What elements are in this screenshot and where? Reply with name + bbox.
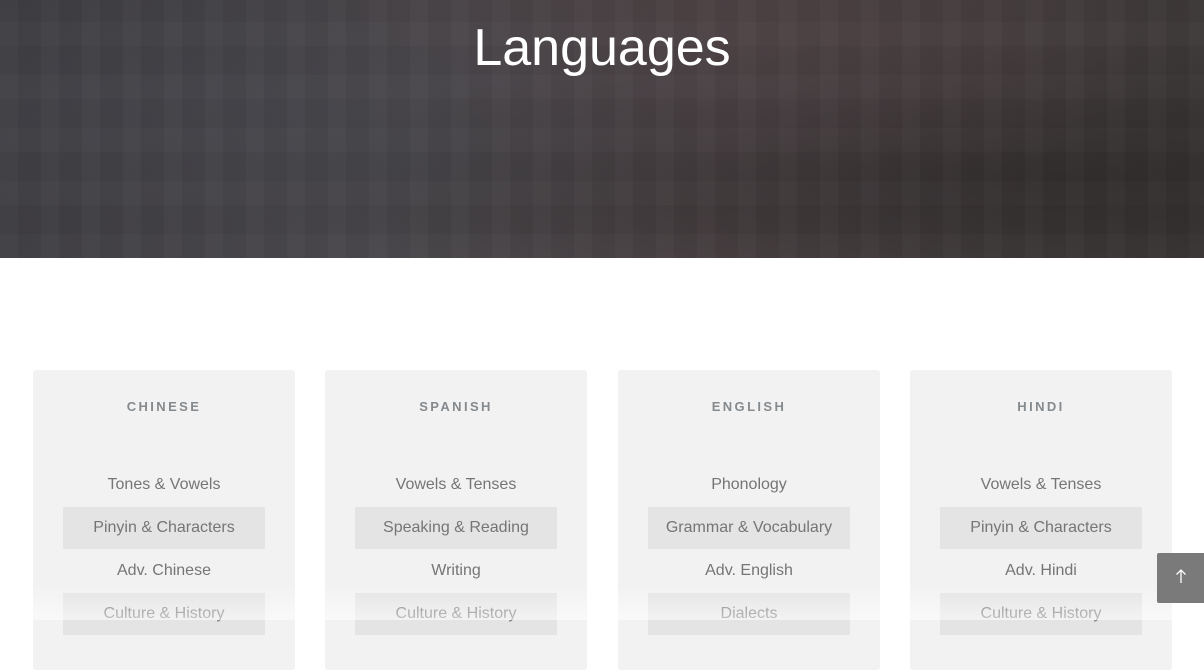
card-title: ENGLISH: [711, 399, 787, 414]
topic-link[interactable]: Culture & History: [355, 593, 557, 635]
topic-link[interactable]: Grammar & Vocabulary: [648, 507, 850, 549]
back-to-top-button[interactable]: [1157, 553, 1204, 603]
topic-link[interactable]: Tones & Vowels: [63, 464, 265, 506]
topic-link[interactable]: Culture & History: [940, 593, 1142, 635]
card-title: HINDI: [1017, 399, 1065, 414]
topic-link[interactable]: Pinyin & Characters: [63, 507, 265, 549]
arrow-up-icon: [1174, 568, 1188, 589]
card-spanish: SPANISH Vowels & Tenses Speaking & Readi…: [325, 370, 587, 670]
topic-link[interactable]: Phonology: [648, 464, 850, 506]
topic-link[interactable]: Writing: [355, 550, 557, 592]
topic-link[interactable]: Pinyin & Characters: [940, 507, 1142, 549]
card-title: CHINESE: [126, 399, 202, 414]
topic-link[interactable]: Vowels & Tenses: [355, 464, 557, 506]
page-title: Languages: [473, 19, 731, 77]
hero-banner: Languages: [0, 0, 1204, 258]
topic-link[interactable]: Dialects: [648, 593, 850, 635]
language-cards: CHINESE Tones & Vowels Pinyin & Characte…: [33, 370, 1173, 670]
card-title: SPANISH: [419, 399, 493, 414]
topic-link[interactable]: Adv. Hindi: [940, 550, 1142, 592]
topic-link[interactable]: Adv. English: [648, 550, 850, 592]
topic-link[interactable]: Speaking & Reading: [355, 507, 557, 549]
topic-link[interactable]: Adv. Chinese: [63, 550, 265, 592]
card-chinese: CHINESE Tones & Vowels Pinyin & Characte…: [33, 370, 295, 670]
topic-link[interactable]: Vowels & Tenses: [940, 464, 1142, 506]
topic-link[interactable]: Culture & History: [63, 593, 265, 635]
card-english: ENGLISH Phonology Grammar & Vocabulary A…: [618, 370, 880, 670]
card-hindi: HINDI Vowels & Tenses Pinyin & Character…: [910, 370, 1172, 670]
